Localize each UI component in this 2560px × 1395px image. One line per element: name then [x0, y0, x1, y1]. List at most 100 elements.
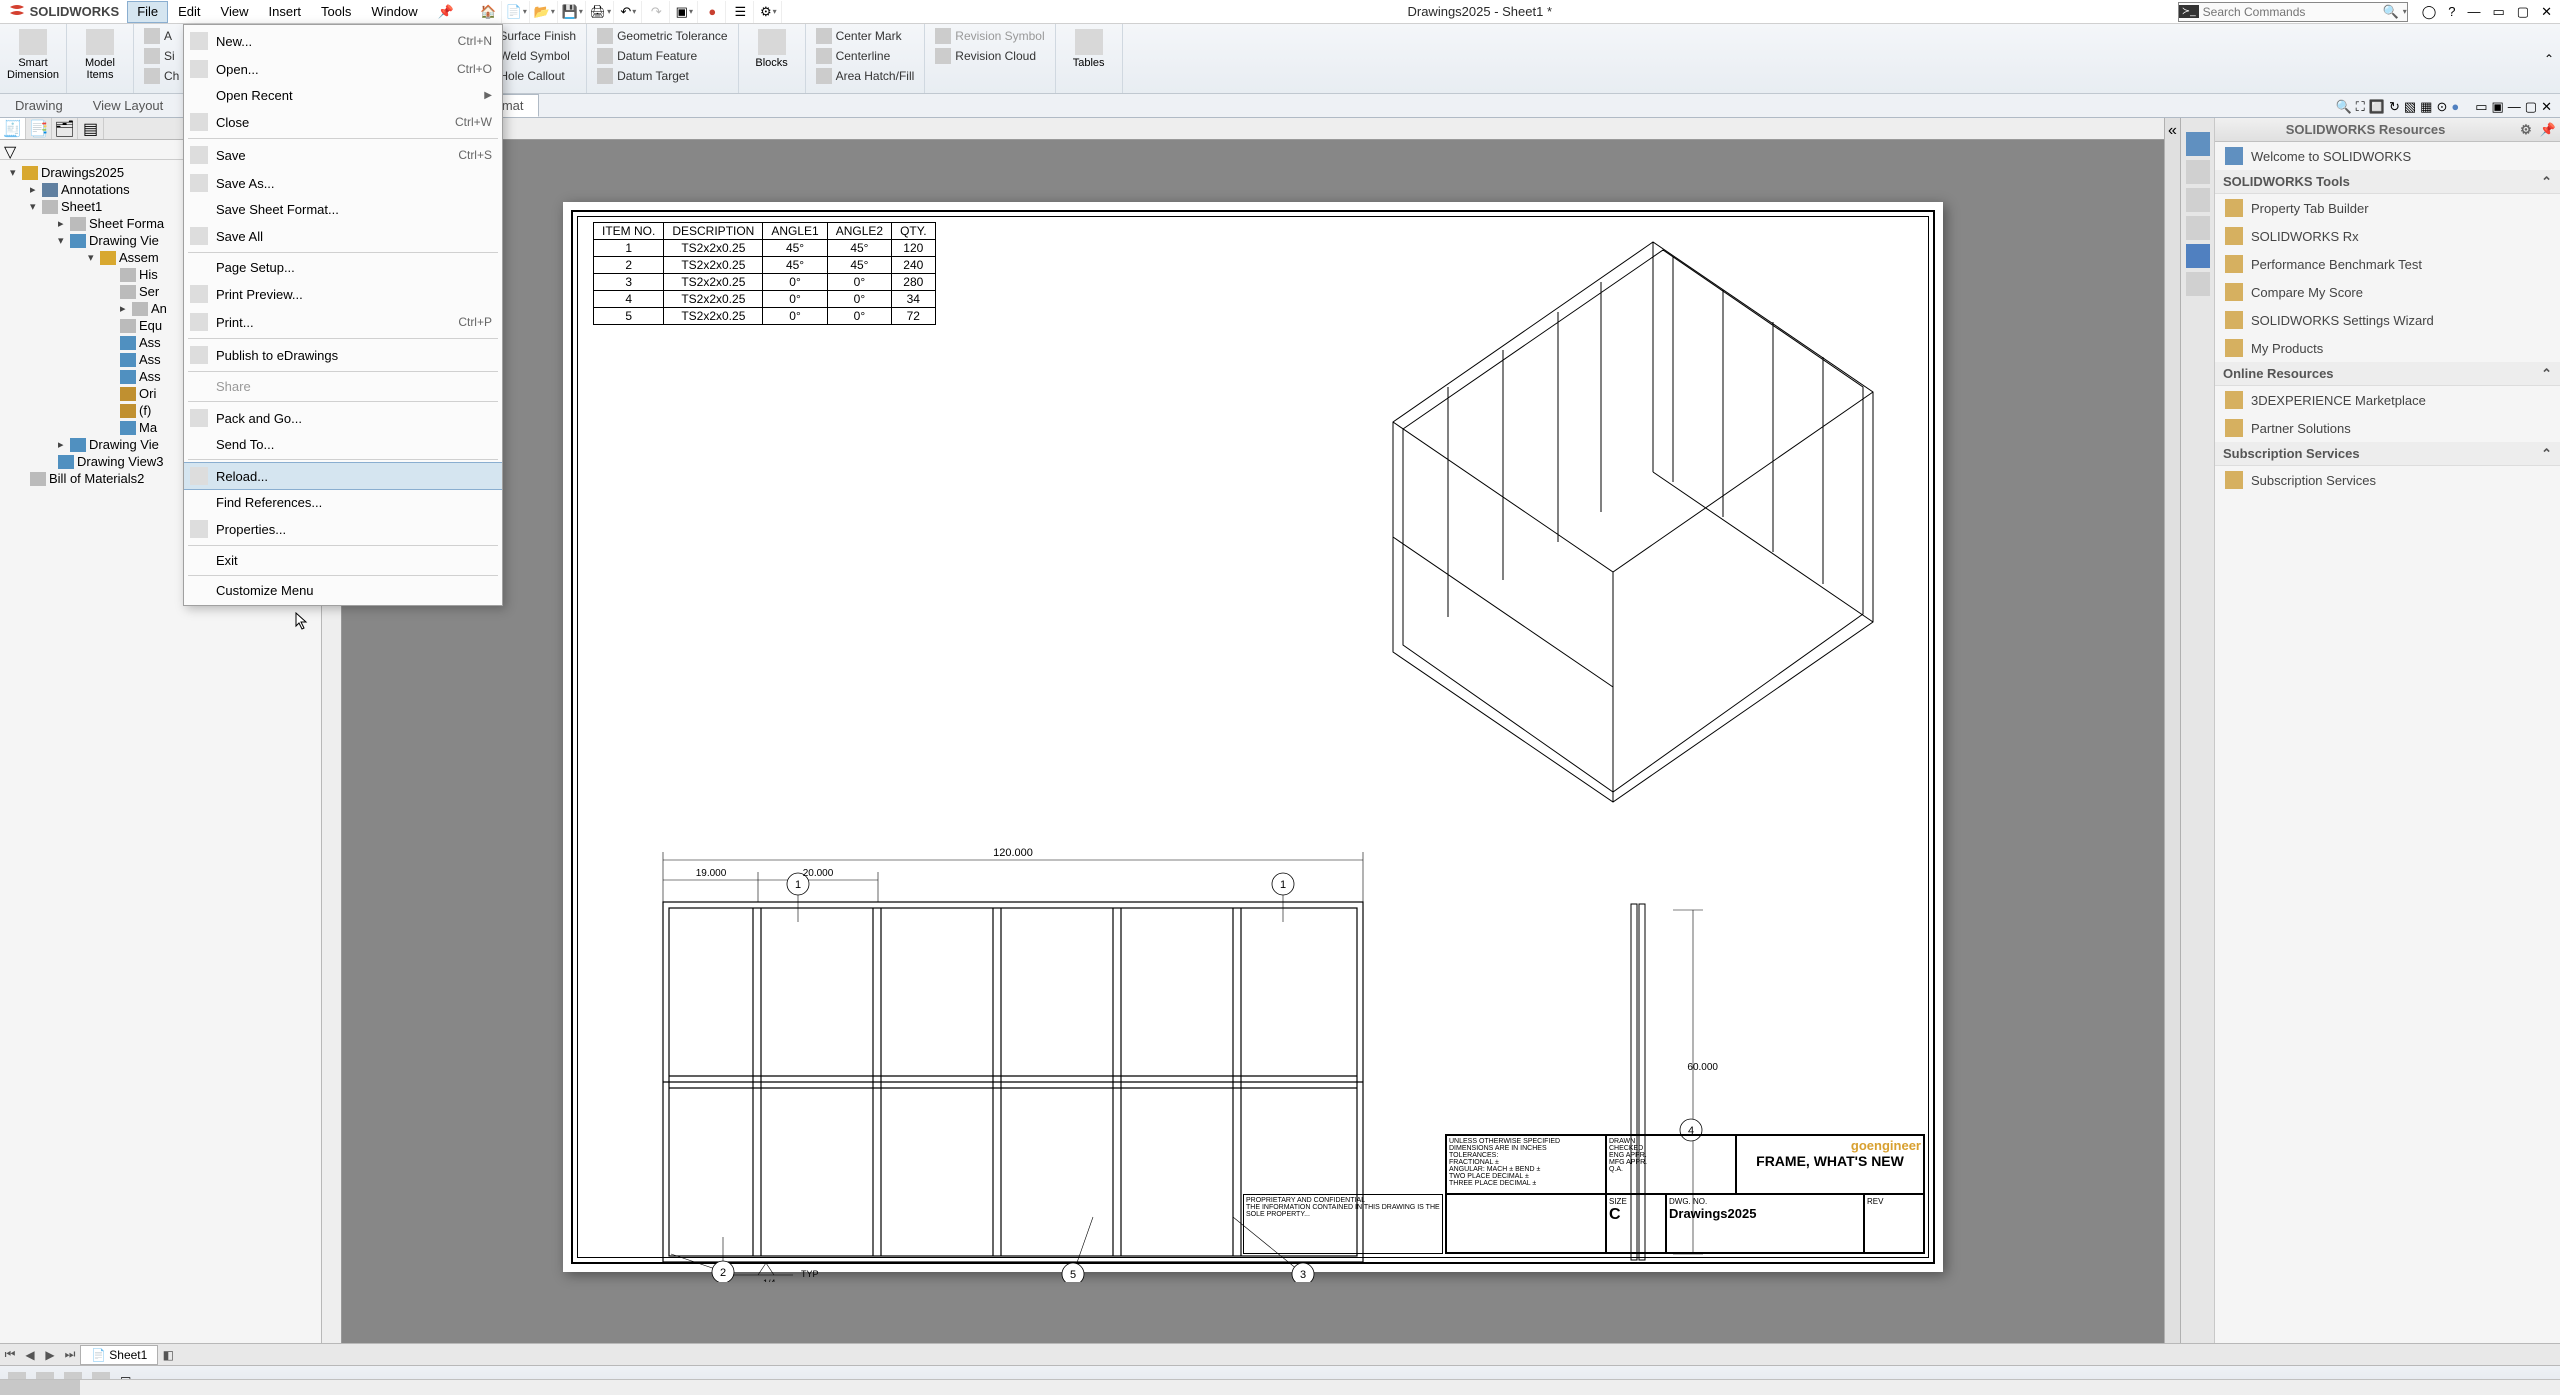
add-sheet-icon[interactable]: ◧: [158, 1348, 178, 1362]
tool-link[interactable]: Compare My Score: [2215, 278, 2560, 306]
file-menu-item[interactable]: New...Ctrl+N: [184, 27, 502, 55]
display-icon[interactable]: ▦: [2420, 99, 2432, 115]
file-menu-item[interactable]: Open...Ctrl+O: [184, 55, 502, 83]
bom-row[interactable]: 5TS2x2x0.250°0°72: [594, 307, 936, 324]
file-menu-item[interactable]: Exit: [184, 548, 502, 573]
menu-pin-icon[interactable]: 📌: [428, 1, 464, 23]
taskpane-collapse-icon[interactable]: «: [2164, 118, 2180, 1343]
file-menu-item[interactable]: Send To...: [184, 432, 502, 457]
mdi-minimize-icon[interactable]: —: [2508, 99, 2521, 115]
print-icon[interactable]: 🖨▾: [588, 1, 614, 23]
file-menu-item[interactable]: Save As...: [184, 169, 502, 197]
menu-window[interactable]: Window: [361, 1, 427, 23]
search-icon[interactable]: 🔍: [2380, 4, 2402, 20]
fm-tab-tree-icon[interactable]: 🧾: [0, 118, 26, 139]
welcome-link[interactable]: Welcome to SOLIDWORKS: [2215, 142, 2560, 170]
revision-symbol-button[interactable]: Revision Symbol: [931, 27, 1048, 45]
close-icon[interactable]: ✕: [2541, 4, 2552, 20]
tp-rail-resources-icon[interactable]: [2186, 132, 2210, 156]
menu-insert[interactable]: Insert: [259, 1, 312, 23]
fm-tab-config-icon[interactable]: 🗂: [52, 118, 78, 139]
zoom-prev-icon[interactable]: 🔲: [2369, 99, 2385, 115]
blocks-button[interactable]: Blocks: [745, 27, 799, 69]
datum-feature-button[interactable]: Datum Feature: [593, 47, 732, 65]
menu-edit[interactable]: Edit: [168, 1, 210, 23]
online-link[interactable]: 3DEXPERIENCE Marketplace: [2215, 386, 2560, 414]
search-commands[interactable]: ≻_ 🔍▾: [2178, 2, 2408, 22]
sheet-nav-last-icon[interactable]: ⏭: [60, 1347, 80, 1362]
revision-cloud-button[interactable]: Revision Cloud: [931, 47, 1048, 65]
tp-rail-file-explorer-icon[interactable]: [2186, 188, 2210, 212]
restore-icon[interactable]: ▭: [2493, 4, 2505, 20]
home-icon[interactable]: 🏠: [476, 1, 502, 23]
menu-tools[interactable]: Tools: [311, 1, 361, 23]
bom-row[interactable]: 2TS2x2x0.2545°45°240: [594, 256, 936, 273]
file-menu-item[interactable]: Properties...: [184, 515, 502, 543]
bom-row[interactable]: 1TS2x2x0.2545°45°120: [594, 239, 936, 256]
drawing-canvas[interactable]: ITEM NO.DESCRIPTIONANGLE1ANGLE2QTY. 1TS2…: [322, 118, 2164, 1343]
save-icon[interactable]: 💾▾: [560, 1, 586, 23]
tool-link[interactable]: Property Tab Builder: [2215, 194, 2560, 222]
file-menu-item[interactable]: SaveCtrl+S: [184, 141, 502, 169]
tool-link[interactable]: SOLIDWORKS Rx: [2215, 222, 2560, 250]
select-icon[interactable]: ▣▾: [672, 1, 698, 23]
open-icon[interactable]: 📂▾: [532, 1, 558, 23]
subscription-section-header[interactable]: Subscription Services⌃: [2215, 442, 2560, 466]
file-menu-item[interactable]: Publish to eDrawings: [184, 341, 502, 369]
minimize-icon[interactable]: —: [2468, 4, 2481, 20]
file-menu-item[interactable]: Print...Ctrl+P: [184, 308, 502, 336]
sphere-icon[interactable]: ●: [2451, 99, 2459, 115]
file-menu-item[interactable]: Pack and Go...: [184, 404, 502, 432]
options-list-icon[interactable]: ☰: [728, 1, 754, 23]
menu-file[interactable]: File: [127, 1, 168, 23]
mdi-link-icon[interactable]: ▭: [2475, 99, 2487, 115]
tp-gear-icon[interactable]: ⚙: [2516, 122, 2536, 138]
tp-rail-view-palette-icon[interactable]: [2186, 216, 2210, 240]
file-menu-item[interactable]: Print Preview...: [184, 280, 502, 308]
search-input[interactable]: [2199, 5, 2380, 19]
zoom-area-icon[interactable]: ⛶: [2356, 99, 2365, 115]
file-menu-item[interactable]: Reload...: [184, 462, 502, 490]
sheet-tab[interactable]: 📄 Sheet1: [80, 1345, 158, 1365]
hide-show-icon[interactable]: ⊙: [2436, 99, 2447, 115]
area-hatch-button[interactable]: Area Hatch/Fill: [812, 67, 919, 85]
user-icon[interactable]: ◯: [2422, 4, 2437, 20]
file-menu-item[interactable]: Open Recent▶: [184, 83, 502, 108]
datum-target-button[interactable]: Datum Target: [593, 67, 732, 85]
bill-of-materials-table[interactable]: ITEM NO.DESCRIPTIONANGLE1ANGLE2QTY. 1TS2…: [593, 222, 936, 325]
new-icon[interactable]: 📄▾: [504, 1, 530, 23]
tool-link[interactable]: My Products: [2215, 334, 2560, 362]
tab-view-layout[interactable]: View Layout: [78, 94, 179, 117]
fm-tab-display-icon[interactable]: ▤: [78, 118, 104, 139]
sheet-nav-prev-icon[interactable]: ◀: [20, 1348, 40, 1362]
fm-tab-property-icon[interactable]: 📑: [26, 118, 52, 139]
maximize-icon[interactable]: ▢: [2517, 4, 2529, 20]
geometric-tolerance-button[interactable]: Geometric Tolerance: [593, 27, 732, 45]
file-menu-item[interactable]: Find References...: [184, 490, 502, 515]
centerline-button[interactable]: Centerline: [812, 47, 919, 65]
tp-rail-design-lib-icon[interactable]: [2186, 160, 2210, 184]
sheet-nav-next-icon[interactable]: ▶: [40, 1348, 60, 1362]
tool-link[interactable]: SOLIDWORKS Settings Wizard: [2215, 306, 2560, 334]
sheet-nav-first-icon[interactable]: ⏮: [0, 1347, 20, 1362]
settings-icon[interactable]: ⚙▾: [756, 1, 782, 23]
bom-row[interactable]: 4TS2x2x0.250°0°34: [594, 290, 936, 307]
undo-icon[interactable]: ↶▾: [616, 1, 642, 23]
section-icon[interactable]: ▧: [2404, 99, 2416, 115]
online-link[interactable]: Partner Solutions: [2215, 414, 2560, 442]
tools-section-header[interactable]: SOLIDWORKS Tools⌃: [2215, 170, 2560, 194]
isometric-view[interactable]: [1353, 222, 1883, 842]
rotate-icon[interactable]: ↻: [2389, 99, 2400, 115]
partial-button-ch[interactable]: Ch: [140, 67, 183, 85]
rebuild-icon[interactable]: ●: [700, 1, 726, 23]
tp-pin-icon[interactable]: 📌: [2536, 122, 2560, 138]
mdi-tile-icon[interactable]: ▣: [2492, 99, 2504, 115]
file-menu-item[interactable]: Save Sheet Format...: [184, 197, 502, 222]
menu-view[interactable]: View: [211, 1, 259, 23]
tool-link[interactable]: Performance Benchmark Test: [2215, 250, 2560, 278]
redo-icon[interactable]: ↷: [644, 1, 670, 23]
smart-dimension-button[interactable]: Smart Dimension: [6, 27, 60, 81]
ribbon-collapse-icon[interactable]: ⌃: [2538, 24, 2560, 93]
online-section-header[interactable]: Online Resources⌃: [2215, 362, 2560, 386]
tp-rail-appearances-icon[interactable]: [2186, 244, 2210, 268]
